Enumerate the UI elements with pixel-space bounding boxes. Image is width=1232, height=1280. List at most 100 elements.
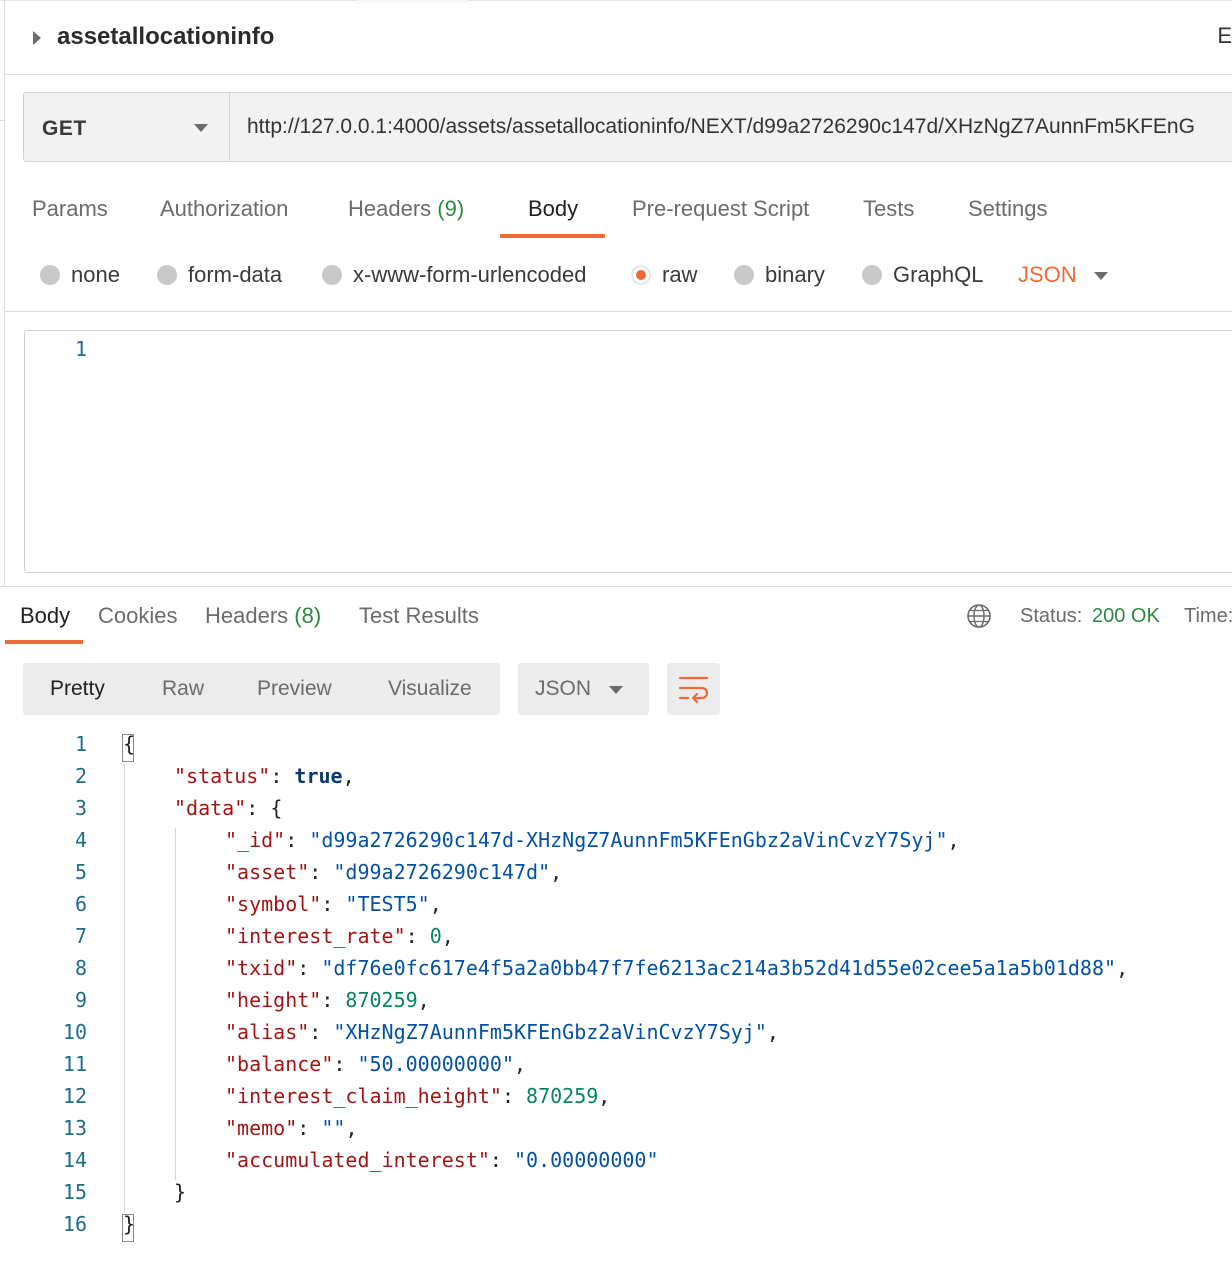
wrap-lines-button[interactable]	[667, 663, 720, 715]
line-number: 15	[62, 1180, 87, 1204]
view-preview[interactable]: Preview	[257, 677, 332, 701]
code-token: 870259	[526, 1084, 599, 1108]
radio-selected-icon	[631, 265, 651, 285]
code-token: : {	[246, 796, 283, 820]
code-text: "balance": "50.00000000",	[225, 1052, 526, 1076]
header-edge-label[interactable]: E	[1217, 23, 1232, 49]
indent-guide	[175, 828, 176, 1180]
tab-settings[interactable]: Settings	[968, 196, 1048, 222]
code-token: :	[333, 1052, 358, 1076]
response-body-viewer[interactable]: 1{2 "status": true, 3 "data": {4 "_id": "d99…	[0, 732, 1232, 1252]
radio-icon	[322, 265, 342, 285]
response-headers-count: (8)	[294, 603, 322, 628]
url-input[interactable]: http://127.0.0.1:4000/assets/assetalloca…	[247, 115, 1195, 139]
chevron-down-icon	[194, 124, 208, 132]
code-token: "alias"	[225, 1020, 310, 1044]
view-raw[interactable]: Raw	[162, 677, 204, 701]
code-token: 0	[429, 924, 442, 948]
line-number: 5	[74, 860, 87, 884]
code-token: "0.00000000"	[514, 1148, 659, 1172]
code-text: "height": 870259,	[225, 988, 430, 1012]
line-number: 4	[74, 828, 87, 852]
response-format-label: JSON	[535, 677, 592, 700]
code-token: "interest_rate"	[225, 924, 406, 948]
code-token: ,	[417, 988, 430, 1012]
code-token: "memo"	[225, 1116, 298, 1140]
tab-headers[interactable]: Headers (9)	[348, 196, 464, 222]
tab-params[interactable]: Params	[32, 196, 108, 222]
code-token: "_id"	[225, 828, 286, 852]
outer-divider	[0, 120, 4, 121]
chevron-down-icon	[609, 686, 623, 694]
response-format-select[interactable]: JSON	[518, 663, 649, 715]
chevron-down-icon[interactable]	[1094, 272, 1108, 280]
view-pretty[interactable]: Pretty	[50, 677, 105, 701]
tab-body[interactable]: Body	[528, 196, 578, 222]
code-token: :	[309, 1020, 334, 1044]
line-number: 2	[74, 764, 87, 788]
response-tab-body[interactable]: Body	[20, 603, 70, 629]
code-token: "status"	[174, 764, 271, 788]
code-text: "memo": "",	[225, 1116, 357, 1140]
line-number: 11	[62, 1052, 87, 1076]
line-number: 12	[62, 1084, 87, 1108]
line-number: 1	[75, 337, 88, 361]
code-text: "interest_claim_height": 870259,	[225, 1084, 610, 1108]
body-format-select[interactable]: JSON	[1018, 262, 1077, 288]
code-token: "XHzNgZ7AunnFm5KFEnGbz2aVinCvzY7Syj"	[333, 1020, 767, 1044]
code-token: :	[321, 988, 346, 1012]
tab-pre-request-script[interactable]: Pre-request Script	[632, 196, 809, 222]
code-token: "accumulated_interest"	[225, 1148, 490, 1172]
tab-tests[interactable]: Tests	[863, 196, 914, 222]
code-token: "d99a2726290c147d"	[333, 860, 551, 884]
indent-guide	[124, 764, 125, 1212]
code-token: 870259	[345, 988, 418, 1012]
pane-splitter[interactable]	[0, 586, 1232, 587]
collapse-caret-icon[interactable]	[33, 31, 41, 45]
code-token: :	[285, 828, 310, 852]
code-token: "data"	[174, 796, 247, 820]
tab-authorization[interactable]: Authorization	[160, 196, 288, 222]
code-text: "accumulated_interest": "0.00000000"	[225, 1148, 659, 1172]
code-token: :	[501, 1084, 527, 1108]
headers-count: (9)	[437, 196, 465, 221]
code-text: }	[174, 1180, 186, 1204]
code-text: "interest_rate": 0,	[225, 924, 454, 948]
line-number: 9	[74, 988, 87, 1012]
active-response-tab-indicator	[5, 640, 83, 644]
header-divider	[5, 74, 1232, 75]
radio-icon	[40, 265, 60, 285]
globe-icon[interactable]	[966, 603, 992, 629]
body-divider	[5, 311, 1232, 312]
status-label: Status:	[1020, 605, 1083, 627]
line-number: 14	[62, 1148, 87, 1172]
line-number: 16	[62, 1212, 87, 1236]
request-name[interactable]: assetallocationinfo	[57, 23, 274, 51]
code-token: ,	[766, 1020, 779, 1044]
response-tab-cookies[interactable]: Cookies	[98, 603, 177, 629]
line-number: 7	[74, 924, 87, 948]
line-number: 6	[74, 892, 87, 916]
code-text: "asset": "d99a2726290c147d",	[225, 860, 562, 884]
method-select[interactable]: GET	[24, 93, 230, 161]
code-token: "50.00000000"	[357, 1052, 515, 1076]
response-tab-test-results[interactable]: Test Results	[359, 603, 479, 629]
code-text: "alias": "XHzNgZ7AunnFm5KFEnGbz2aVinCvzY…	[225, 1020, 779, 1044]
status-value[interactable]: 200 OK	[1092, 605, 1160, 628]
code-token: :	[297, 1116, 322, 1140]
radio-icon	[734, 265, 754, 285]
request-body-editor[interactable]: 1	[24, 330, 1232, 573]
response-tab-headers[interactable]: Headers (8)	[205, 603, 321, 629]
code-text: "_id": "d99a2726290c147d-XHzNgZ7AunnFm5K…	[225, 828, 960, 852]
code-text: "status": true,	[174, 764, 355, 788]
request-header: assetallocationinfo E	[5, 1, 1232, 73]
line-number: 10	[62, 1020, 87, 1044]
code-token: }	[174, 1180, 187, 1204]
code-token: ,	[947, 828, 960, 852]
code-token: :	[405, 924, 430, 948]
code-token: "symbol"	[225, 892, 322, 916]
view-visualize[interactable]: Visualize	[388, 677, 472, 701]
code-text: "symbol": "TEST5",	[225, 892, 442, 916]
code-token: ,	[429, 892, 442, 916]
code-token: :	[297, 956, 322, 980]
